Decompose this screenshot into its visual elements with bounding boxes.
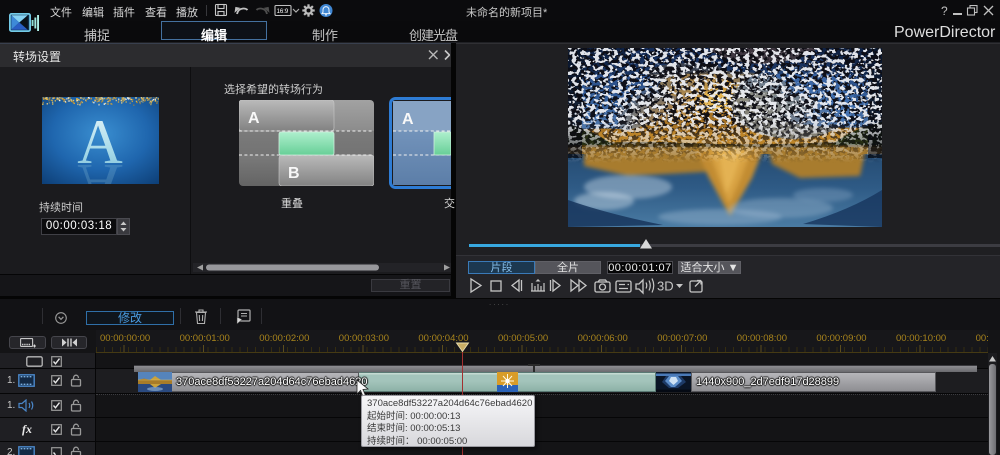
- svg-text:A: A: [248, 110, 260, 127]
- svg-text:A: A: [77, 151, 123, 184]
- svg-text:3D: 3D: [657, 279, 674, 294]
- svg-text:A: A: [402, 111, 414, 128]
- svg-text:B: B: [288, 165, 300, 182]
- svg-text:16:9: 16:9: [277, 9, 289, 15]
